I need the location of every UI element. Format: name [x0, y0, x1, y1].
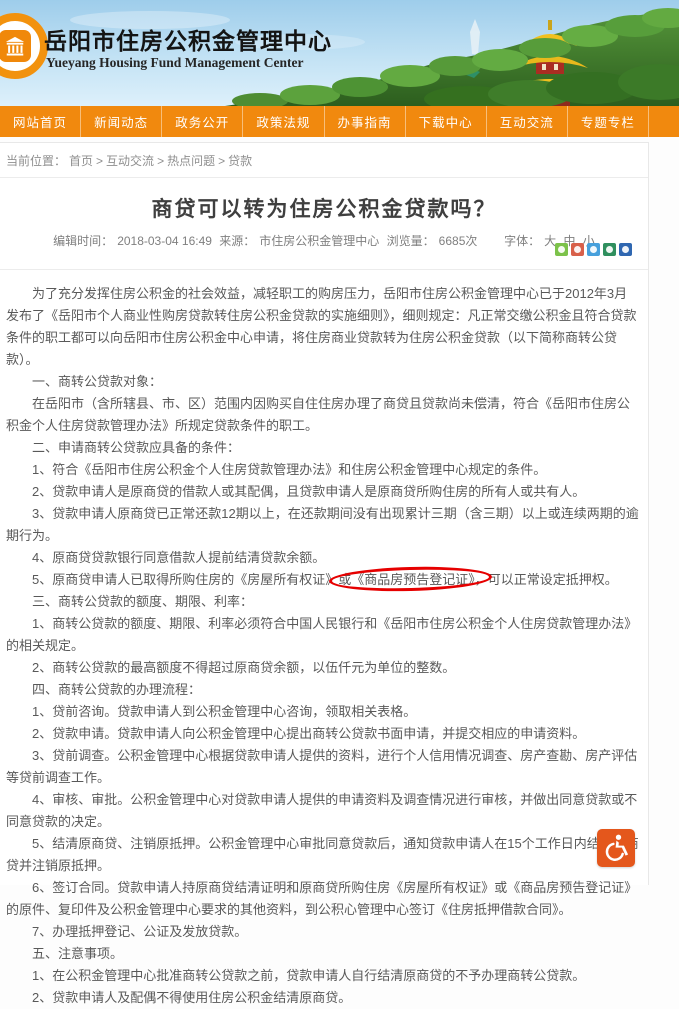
breadcrumb-label: 当前位置：: [6, 154, 66, 168]
site-subtitle: Yueyang Housing Fund Management Center: [46, 55, 304, 71]
breadcrumb-separator: >: [218, 154, 225, 168]
article-paragraph: 1、符合《岳阳市住房公积金个人住房贷款管理办法》和住房公积金管理中心规定的条件。: [6, 459, 640, 481]
main-nav: 网站首页 新闻动态 政务公开 政策法规 办事指南 下载中心 互动交流 专题专栏: [0, 106, 679, 137]
article-title: 商贷可以转为住房公积金贷款吗？: [0, 193, 648, 223]
article-paragraph-with-annotation: 5、原商贷申请人已取得所购住房的《房屋所有权证》或《商品房预告登记证》，可以正常…: [6, 569, 640, 591]
article-paragraph: 1、商转公贷款的额度、期限、利率必须符合中国人民银行和《岳阳市住房公积金个人住房…: [6, 613, 640, 657]
edit-time-value: 2018-03-04 16:49: [117, 234, 212, 248]
article-paragraph: 7、办理抵押登记、公证及发放贷款。: [6, 921, 640, 943]
article-body: 为了充分发挥住房公积金的社会效益，减轻职工的购房压力，岳阳市住房公积金管理中心已…: [0, 283, 648, 1009]
annotated-paragraph-post: ，可以正常设定抵押权。: [475, 572, 618, 587]
breadcrumb-item-home[interactable]: 首页: [69, 154, 93, 168]
article-paragraph: 在岳阳市（含所辖县、市、区）范围内因购买自住住房办理了商贷且贷款尚未偿清，符合《…: [6, 393, 640, 437]
article-section-heading: 二、申请商转公贷款应具备的条件：: [6, 437, 640, 459]
nav-item-service-guide[interactable]: 办事指南: [325, 106, 406, 137]
article-paragraph: 3、贷前调查。公积金管理中心根据贷款申请人提供的资料，进行个人信用情况调查、房产…: [6, 745, 640, 789]
share-red-icon[interactable]: [571, 243, 584, 256]
nav-item-gov-affairs[interactable]: 政务公开: [162, 106, 243, 137]
article-paragraph: 4、审核、审批。公积金管理中心对贷款申请人提供的申请资料及调查情况进行审核，并做…: [6, 789, 640, 833]
article-meta: 编辑时间： 2018-03-04 16:49 来源： 市住房公积金管理中心 浏览量：…: [0, 232, 648, 249]
source-label: 来源：: [219, 234, 255, 248]
nav-item-interaction[interactable]: 互动交流: [487, 106, 568, 137]
share-blue-icon[interactable]: [587, 243, 600, 256]
classical-building-icon: [0, 30, 31, 62]
red-circle-annotation: 或《商品房预告登记证》: [338, 572, 475, 587]
breadcrumb-item-loans[interactable]: 贷款: [228, 154, 252, 168]
nav-item-downloads[interactable]: 下载中心: [406, 106, 487, 137]
annotated-text: 或《商品房预告登记证》: [338, 572, 475, 587]
article-paragraph: 2、贷款申请人是原商贷的借款人或其配偶，且贷款申请人是原商贷所购住房的所有人或共…: [6, 481, 640, 503]
article-paragraph: 为了充分发挥住房公积金的社会效益，减轻职工的购房压力，岳阳市住房公积金管理中心已…: [6, 283, 640, 371]
nav-item-news[interactable]: 新闻动态: [81, 106, 162, 137]
breadcrumb-item-interaction[interactable]: 互动交流: [106, 154, 154, 168]
breadcrumb-item-hot-questions[interactable]: 热点问题: [167, 154, 215, 168]
article-paragraph: 2、商转公贷款的最高额度不得超过原商贷余额，以伍仟元为单位的整数。: [6, 657, 640, 679]
site-title: 岳阳市住房公积金管理中心: [44, 22, 332, 56]
breadcrumb-separator: >: [96, 154, 103, 168]
share-green-icon[interactable]: [555, 243, 568, 256]
article-section-heading: 五、注意事项。: [6, 943, 640, 965]
content-panel: 当前位置：首页>互动交流>热点问题>贷款 商贷可以转为住房公积金贷款吗？ 编辑时…: [0, 142, 649, 885]
article-section-heading: 四、商转公贷款的办理流程：: [6, 679, 640, 701]
share-darkgreen-icon[interactable]: [603, 243, 616, 256]
wheelchair-icon: [601, 831, 631, 866]
views-label: 浏览量：: [387, 234, 435, 248]
breadcrumb: 当前位置：首页>互动交流>热点问题>贷款: [6, 152, 255, 169]
accessibility-button[interactable]: [597, 829, 635, 867]
article-paragraph: 2、贷款申请。贷款申请人向公积金管理中心提出商转公贷款书面申请，并提交相应的申请…: [6, 723, 640, 745]
article-paragraph: 4、原商贷贷款银行同意借款人提前结清贷款余额。: [6, 547, 640, 569]
article-section-heading: 一、商转公贷款对象：: [6, 371, 640, 393]
article-paragraph: 3、贷款申请人原商贷已正常还款12期以上，在还款期间没有出现累计三期（含三期）以…: [6, 503, 640, 547]
title-divider: [0, 269, 648, 270]
breadcrumb-separator: >: [157, 154, 164, 168]
article-paragraph: 2、贷款申请人及配偶不得使用住房公积金结清原商贷。: [6, 987, 640, 1009]
article-paragraph: 5、结清原商贷、注销原抵押。公积金管理中心审批同意贷款后，通知贷款申请人在15个…: [6, 833, 640, 877]
source-value: 市住房公积金管理中心: [259, 234, 379, 248]
article-paragraph: 1、在公积金管理中心批准商转公贷款之前，贷款申请人自行结清原商贷的不予办理商转公…: [6, 965, 640, 987]
share-deepblue-icon[interactable]: [619, 243, 632, 256]
article-section-heading: 三、商转公贷款的额度、期限、利率：: [6, 591, 640, 613]
share-bar: [555, 243, 632, 256]
article-paragraph: 1、贷前咨询。贷款申请人到公积金管理中心咨询，领取相关表格。: [6, 701, 640, 723]
site-header: 岳阳市住房公积金管理中心 Yueyang Housing Fund Manage…: [0, 0, 679, 106]
views-value: 6685次: [439, 234, 478, 248]
annotated-paragraph-pre: 5、原商贷申请人已取得所购住房的《房屋所有权证》: [32, 572, 338, 587]
breadcrumb-divider: [0, 177, 648, 178]
nav-item-home[interactable]: 网站首页: [0, 106, 81, 137]
nav-item-policies[interactable]: 政策法规: [243, 106, 324, 137]
nav-item-special-topics[interactable]: 专题专栏: [568, 106, 649, 137]
edit-time-label: 编辑时间：: [53, 234, 113, 248]
font-size-label: 字体：: [504, 234, 540, 248]
